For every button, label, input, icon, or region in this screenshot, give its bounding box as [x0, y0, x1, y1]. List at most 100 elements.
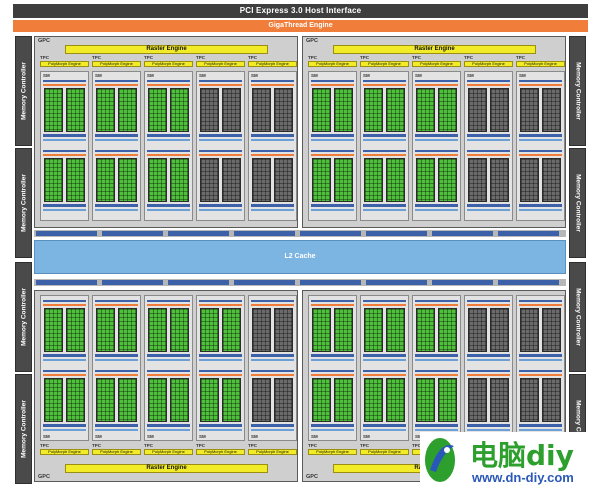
cuda-core-block — [118, 88, 137, 132]
raster-engine: Raster Engine — [65, 45, 268, 54]
tpc-label: TPC — [40, 55, 49, 60]
register-file-bar — [43, 424, 86, 427]
cuda-core-block — [364, 158, 383, 202]
pci-express-host-interface: PCI Express 3.0 Host Interface — [13, 4, 588, 18]
register-file-bar — [311, 354, 354, 357]
load-store-bar — [467, 209, 510, 211]
memory-controller-label: Memory Controller — [574, 174, 581, 232]
tpc-label: TPC — [412, 55, 421, 60]
dispatch-unit-bar — [311, 374, 354, 376]
interconnect-segment — [300, 280, 361, 285]
cuda-core-block-disabled — [520, 308, 539, 352]
register-file-bar — [95, 134, 138, 137]
interconnect-segment — [234, 280, 295, 285]
cuda-core-block-disabled — [490, 308, 509, 352]
polymorph-engine: PolyMorph Engine — [360, 61, 409, 67]
sm-label: SM — [311, 434, 318, 439]
warp-scheduler-bar — [311, 150, 354, 152]
cuda-core-block — [386, 308, 405, 352]
load-store-bar — [467, 139, 510, 141]
register-file-bar — [147, 134, 190, 137]
register-file-bar — [251, 134, 294, 137]
gpu-block-diagram: PCI Express 3.0 Host Interface GigaThrea… — [0, 0, 600, 491]
interconnect-segment — [498, 231, 559, 236]
cuda-core-block-disabled — [520, 378, 539, 422]
load-store-bar — [43, 359, 86, 361]
warp-scheduler-bar — [147, 300, 190, 302]
cuda-core-block — [438, 378, 457, 422]
cuda-core-block — [66, 308, 85, 352]
dispatch-unit-bar — [363, 154, 406, 156]
interconnect-segment — [36, 231, 97, 236]
load-store-bar — [311, 139, 354, 141]
cuda-core-block — [118, 158, 137, 202]
load-store-bar — [415, 139, 458, 141]
dispatch-unit-bar — [415, 374, 458, 376]
sm-block: SM — [360, 295, 409, 441]
warp-scheduler-bar — [95, 80, 138, 82]
tpc-label: TPC — [248, 55, 257, 60]
sm-block: SM — [516, 71, 565, 221]
dispatch-unit-bar — [251, 84, 294, 86]
dispatch-unit-bar — [363, 84, 406, 86]
warp-scheduler-bar — [95, 150, 138, 152]
cuda-core-block — [148, 158, 167, 202]
polymorph-engine: PolyMorph Engine — [144, 449, 193, 455]
cuda-core-block-disabled — [252, 308, 271, 352]
load-store-bar — [251, 359, 294, 361]
load-store-bar — [251, 429, 294, 431]
sm-label: SM — [415, 73, 422, 78]
cuda-core-block — [148, 378, 167, 422]
cuda-core-block-disabled — [252, 378, 271, 422]
dispatch-unit-bar — [199, 154, 242, 156]
dispatch-unit-bar — [519, 154, 562, 156]
warp-scheduler-bar — [95, 300, 138, 302]
cuda-core-block — [96, 88, 115, 132]
register-file-bar — [311, 424, 354, 427]
load-store-bar — [95, 429, 138, 431]
sm-label: SM — [363, 434, 370, 439]
memory-controller-label: Memory Controller — [574, 288, 581, 346]
dispatch-unit-bar — [199, 304, 242, 306]
cuda-core-block-disabled — [490, 88, 509, 132]
dispatch-unit-bar — [519, 84, 562, 86]
tpc-label: TPC — [92, 55, 101, 60]
cuda-core-block-disabled — [200, 158, 219, 202]
gpc-bottom-left: GPC Raster Engine TPC PolyMorph Engine SM T… — [34, 290, 298, 482]
warp-scheduler-bar — [43, 300, 86, 302]
warp-scheduler-bar — [363, 370, 406, 372]
cuda-core-block — [96, 158, 115, 202]
load-store-bar — [519, 139, 562, 141]
warp-scheduler-bar — [95, 370, 138, 372]
cuda-core-block — [386, 378, 405, 422]
warp-scheduler-bar — [199, 150, 242, 152]
sm-label: SM — [199, 434, 206, 439]
cuda-core-block — [312, 378, 331, 422]
load-store-bar — [415, 209, 458, 211]
l2-cache: L2 Cache — [34, 240, 566, 274]
register-file-bar — [415, 354, 458, 357]
dispatch-unit-bar — [199, 374, 242, 376]
load-store-bar — [415, 429, 458, 431]
register-file-bar — [415, 424, 458, 427]
memory-controller-left-1: Memory Controller — [15, 36, 32, 146]
cuda-core-block — [312, 308, 331, 352]
register-file-bar — [147, 424, 190, 427]
warp-scheduler-bar — [415, 370, 458, 372]
load-store-bar — [519, 209, 562, 211]
dispatch-unit-bar — [251, 374, 294, 376]
memory-controller-left-3: Memory Controller — [15, 262, 32, 372]
cuda-core-block — [416, 378, 435, 422]
tpc-label: TPC — [196, 443, 205, 448]
dispatch-unit-bar — [43, 154, 86, 156]
warp-scheduler-bar — [467, 300, 510, 302]
cuda-core-block — [118, 378, 137, 422]
cuda-core-block — [44, 158, 63, 202]
polymorph-engine: PolyMorph Engine — [40, 61, 89, 67]
cuda-core-block-disabled — [274, 88, 293, 132]
tpc-label: TPC — [308, 443, 317, 448]
polymorph-engine: PolyMorph Engine — [360, 449, 409, 455]
interconnect-segment — [234, 231, 295, 236]
cuda-core-block — [148, 308, 167, 352]
dispatch-unit-bar — [147, 374, 190, 376]
